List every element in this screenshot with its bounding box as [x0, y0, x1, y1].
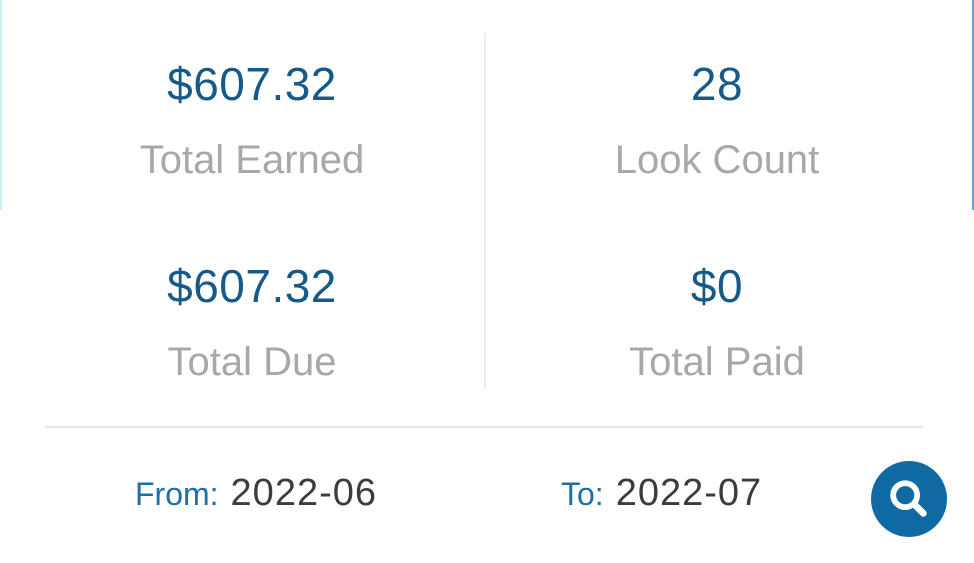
total-paid-label: Total Paid [629, 340, 805, 384]
total-earned-value: $607.32 [167, 58, 337, 110]
from-date-value[interactable]: 2022-06 [231, 472, 377, 515]
search-icon [890, 480, 927, 517]
to-date-value[interactable]: 2022-07 [616, 472, 762, 515]
from-label: From: [135, 476, 219, 512]
look-count-value: 28 [690, 58, 744, 110]
total-paid-value: $0 [690, 260, 744, 312]
from-date-field[interactable]: From: 2022-06 [135, 472, 377, 522]
to-label: To: [561, 476, 604, 512]
to-date-field[interactable]: To: 2022-07 [561, 472, 762, 522]
search-button[interactable] [871, 461, 947, 537]
look-count-label: Look Count [614, 138, 820, 182]
section-divider [45, 426, 923, 428]
earnings-summary: $607.32 Total Earned 28 Look Count $607.… [0, 0, 974, 400]
total-due-value: $607.32 [167, 260, 337, 312]
total-earned-label: Total Earned [139, 138, 365, 182]
vertical-divider [484, 33, 486, 388]
total-due-label: Total Due [167, 340, 337, 384]
date-range-filter: From: 2022-06 To: 2022-07 [0, 460, 974, 540]
